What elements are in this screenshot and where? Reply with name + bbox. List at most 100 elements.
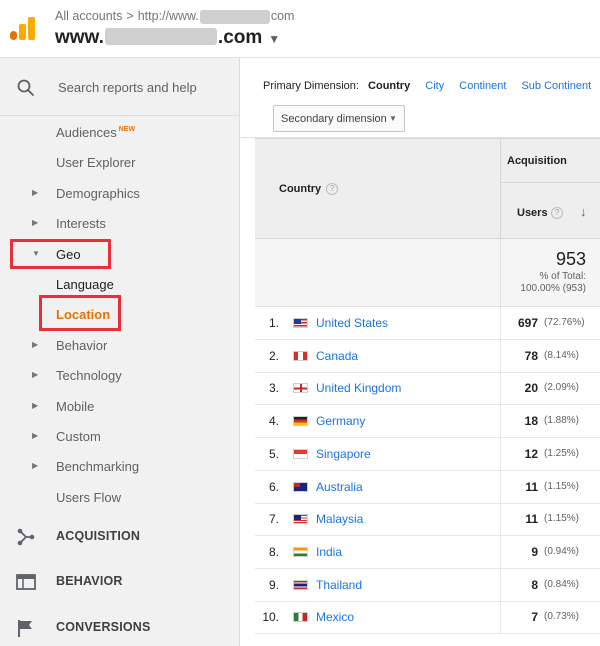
column-group-acquisition: Acquisition	[501, 139, 600, 183]
sidebar-item-audiences[interactable]: Audiences NEW	[0, 118, 239, 148]
table-row: 2. Canada 78 (8.14%)	[255, 339, 600, 373]
sidebar-item-mobile[interactable]: ▶ Mobile	[0, 392, 239, 422]
sidebar-item-label: Interests	[56, 216, 106, 231]
country-link[interactable]: India	[316, 545, 342, 559]
users-value: 11	[525, 479, 538, 494]
secondary-dimension-button[interactable]: Secondary dimension ▼	[273, 105, 405, 132]
column-header-users[interactable]: Users ? ↓	[501, 184, 600, 240]
table-row: 7. Malaysia 11 (1.15%)	[255, 503, 600, 537]
secondary-dimension-label: Secondary dimension	[281, 113, 387, 125]
row-rank: 1.	[268, 316, 279, 330]
expand-arrow-icon: ▶	[32, 431, 39, 440]
column-header-label: Country	[279, 183, 322, 195]
sidebar-section-acquisition[interactable]: ACQUISITION	[0, 516, 239, 556]
column-header-country[interactable]: Country?	[279, 183, 339, 196]
users-percent: (0.84%)	[544, 578, 580, 590]
chevron-down-icon[interactable]: ▼	[268, 32, 280, 46]
highlight-box-geo	[10, 239, 111, 269]
sidebar-item-label: Users Flow	[56, 490, 122, 505]
sidebar-item-label: User Explorer	[56, 155, 136, 170]
total-users-value: 953	[555, 249, 586, 269]
sidebar-item-custom[interactable]: ▶ Custom	[0, 422, 239, 452]
breadcrumb-url-suffix: com	[270, 9, 295, 23]
users-value: 18	[524, 414, 538, 429]
country-link[interactable]: Canada	[316, 349, 358, 363]
sidebar-item-users-flow[interactable]: Users Flow	[0, 483, 239, 513]
flag-in-icon	[293, 546, 308, 557]
users-percent: (1.88%)	[544, 415, 580, 427]
table-row: 6. Australia 11 (1.15%)	[255, 470, 600, 504]
totals-row: 953 % of Total: 100.00% (953)	[255, 239, 600, 307]
help-icon[interactable]: ?	[326, 183, 339, 196]
users-value: 12	[524, 446, 538, 461]
users-percent: (1.15%)	[544, 513, 580, 525]
dimension-sub-continent[interactable]: Sub Continent	[521, 80, 591, 92]
country-link[interactable]: United Kingdom	[316, 381, 401, 395]
dimension-country[interactable]: Country	[368, 80, 410, 92]
users-percent: (72.76%)	[544, 317, 585, 328]
dimension-continent[interactable]: Continent	[459, 80, 506, 92]
search-icon[interactable]	[16, 78, 36, 98]
primary-dimension-label: Primary Dimension:	[263, 80, 359, 92]
sidebar-item-benchmarking[interactable]: ▶ Benchmarking	[0, 452, 239, 482]
flag-gb-icon	[293, 383, 308, 394]
sidebar-item-behavior[interactable]: ▶ Behavior	[0, 331, 239, 361]
users-percent: (8.14%)	[544, 349, 580, 361]
sidebar-section-label: ACQUISITION	[56, 529, 141, 543]
country-link[interactable]: Mexico	[316, 610, 354, 624]
country-link[interactable]: Thailand	[316, 578, 362, 592]
breadcrumb[interactable]: All accounts > http://www. com	[55, 9, 294, 24]
breadcrumb-root[interactable]: All accounts	[55, 9, 122, 23]
sidebar-item-technology[interactable]: ▶ Technology	[0, 361, 239, 391]
dimension-bar: Primary Dimension: Country City Continen…	[241, 58, 600, 138]
users-value: 9	[531, 544, 538, 559]
total-line-2: 100.00% (953)	[520, 283, 586, 294]
users-value: 7	[531, 610, 538, 625]
search-input[interactable]: Search reports and help	[58, 80, 197, 95]
sidebar-item-user-explorer[interactable]: User Explorer	[0, 148, 239, 178]
chevron-down-icon: ▼	[389, 114, 397, 123]
table-row: 4. Germany 18 (1.88%)	[255, 405, 600, 439]
expand-arrow-icon: ▶	[32, 188, 39, 197]
users-percent: (1.25%)	[544, 447, 580, 459]
flag-icon	[18, 620, 32, 637]
sidebar-section-behavior[interactable]: BEHAVIOR	[0, 561, 239, 601]
expand-arrow-icon: ▶	[32, 370, 39, 379]
users-value: 20	[524, 381, 538, 396]
sort-descending-icon[interactable]: ↓	[580, 204, 587, 219]
flag-my-icon	[293, 514, 308, 525]
row-rank: 8.	[268, 544, 279, 559]
redacted-url-blur	[199, 9, 270, 24]
column-group-label: Acquisition	[507, 155, 567, 167]
help-icon[interactable]: ?	[551, 207, 563, 219]
search-bar[interactable]: Search reports and help	[0, 58, 239, 116]
site-suffix: .com	[217, 27, 263, 48]
table-row: 1. United States 697 (72.76%)	[255, 307, 600, 340]
row-rank: 4.	[268, 414, 279, 429]
expand-arrow-icon: ▶	[32, 461, 39, 470]
sidebar-section-conversions[interactable]: CONVERSIONS	[0, 607, 239, 646]
sidebar-item-label: Technology	[56, 368, 122, 383]
country-link[interactable]: Australia	[316, 480, 363, 494]
row-rank: 5.	[268, 446, 279, 461]
analytics-logo-icon[interactable]	[10, 17, 36, 41]
sidebar-item-interests[interactable]: ▶ Interests	[0, 209, 239, 239]
sidebar-item-demographics[interactable]: ▶ Demographics	[0, 179, 239, 209]
property-selector[interactable]: www. .com ▼	[55, 27, 280, 49]
dimension-city[interactable]: City	[425, 80, 444, 92]
table-row: 3. United Kingdom 20 (2.09%)	[255, 372, 600, 406]
table-row: 9. Thailand 8 (0.84%)	[255, 568, 600, 602]
row-rank: 2.	[268, 348, 279, 363]
acquisition-icon	[17, 528, 35, 546]
country-link[interactable]: Malaysia	[316, 512, 363, 526]
table-row: 5. Singapore 12 (1.25%)	[255, 437, 600, 471]
redacted-domain-blur	[104, 28, 217, 46]
country-link[interactable]: United States	[316, 316, 388, 330]
users-value: 8	[531, 577, 538, 592]
flag-ca-icon	[293, 350, 308, 361]
country-link[interactable]: Germany	[316, 414, 365, 428]
country-link[interactable]: Singapore	[316, 447, 371, 461]
sidebar-section-label: BEHAVIOR	[56, 574, 123, 588]
sidebar-item-label: Custom	[56, 429, 101, 444]
expand-arrow-icon: ▶	[32, 340, 39, 349]
